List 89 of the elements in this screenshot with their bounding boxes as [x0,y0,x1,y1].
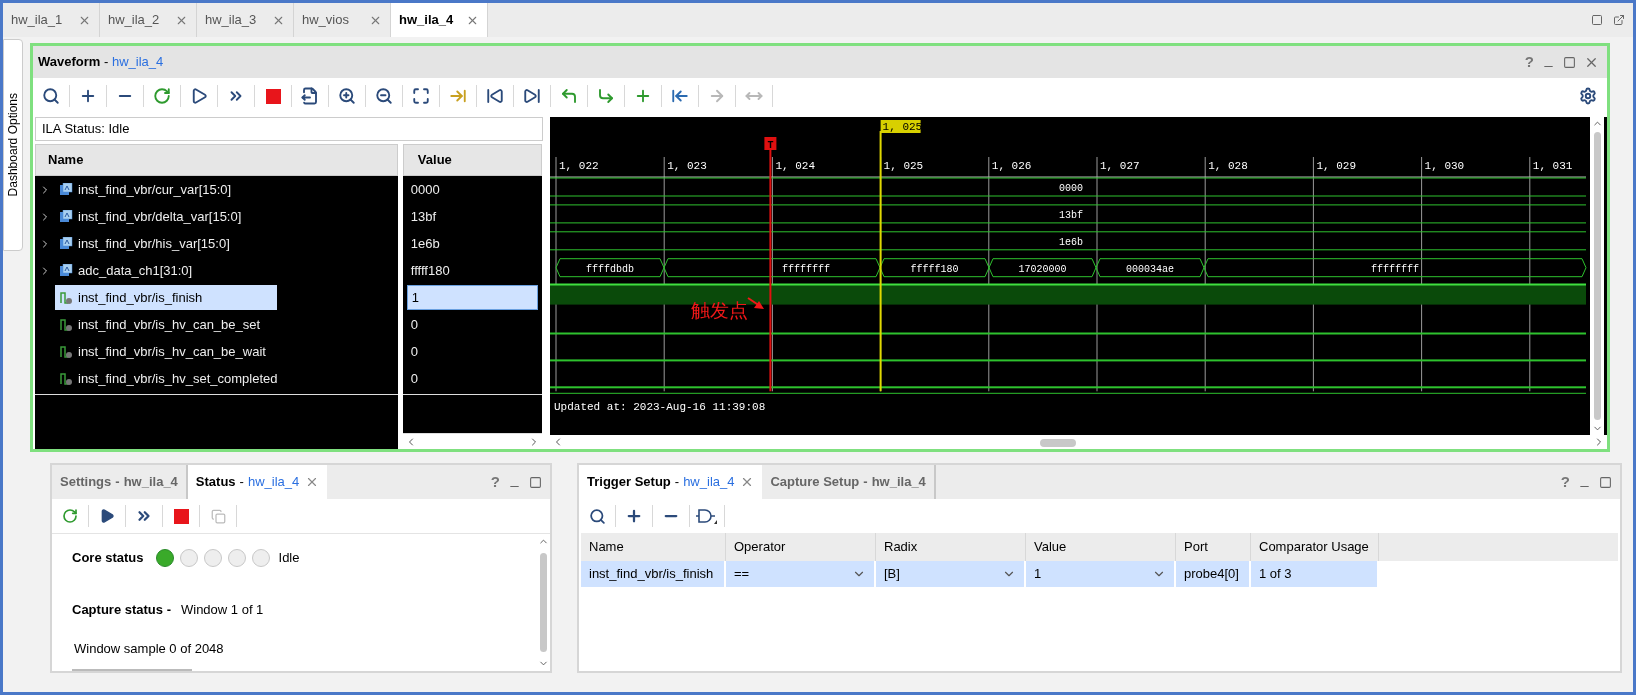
maximize-icon[interactable] [1591,14,1603,26]
arrow-to-line-icon[interactable] [671,87,689,105]
column-header[interactable]: Value [402,144,543,176]
bus-waveform: ffffdbdb ffffffff fffff180 17020000 000034ae ffffffff [555,258,1587,278]
skip-forward-icon[interactable] [523,87,541,105]
panel-tab[interactable]: Trigger Setup - hw_ila_4 [579,465,763,499]
dashboard-options-tab[interactable]: Dashboard Options [3,39,23,251]
rotate-arrow-icon[interactable] [62,508,78,524]
bit-signal-icon [59,317,73,332]
maximize-icon[interactable] [1599,475,1612,489]
signal-name[interactable]: inst_find_vbr/delta_var[15:0] [55,204,277,229]
play-icon[interactable] [190,87,208,105]
bus-waveform: 13bf [550,204,1587,224]
capture-status-label: Capture status - [72,600,171,619]
panel-tab[interactable]: Status - hw_ila_4 [187,465,328,499]
corner-arrow-icon[interactable] [560,87,578,105]
editor-tab[interactable]: hw_ila_2 [100,3,197,37]
signal-name[interactable]: inst_find_vbr/is_hv_can_be_wait [55,339,277,364]
zoom-out-icon[interactable] [375,87,393,105]
bus-waveform: 1e6b [550,231,1587,251]
bus-signal-icon [59,183,73,196]
arrow-icon [747,297,764,309]
signal-name[interactable]: inst_find_vbr/is_hv_can_be_set [55,312,277,337]
signal-name[interactable]: adc_data_ch1[31:0] [55,258,277,283]
window-sample-text: Window sample 0 of 2048 [74,640,225,659]
plus-icon[interactable] [625,507,643,525]
skip-back-icon[interactable] [486,87,504,105]
search-icon[interactable] [588,507,606,525]
help-button[interactable]: ? [1560,470,1570,494]
search-icon[interactable] [42,87,60,105]
zoom-in-icon[interactable] [338,87,356,105]
bus-signal-icon [59,237,73,250]
export-icon[interactable] [301,87,319,105]
signal-value: 0 [409,315,420,334]
signal-value: fffff180 [409,261,451,280]
signal-name[interactable]: inst_find_vbr/his_var[15:0] [55,231,277,256]
dropdown[interactable]: [B] [876,561,1026,587]
annotation-text: 触发点 [691,299,748,321]
table-cell: 1 of 3 [1251,561,1379,587]
maximize-icon[interactable] [1563,55,1576,69]
bit-signal-icon [59,344,73,359]
signal-name[interactable]: inst_find_vbr/is_finish [55,285,277,310]
signal-value: 0 [409,342,420,361]
ila-status-field: ILA Status: Idle [35,117,543,141]
bus-signal-icon [59,264,73,277]
bit-signal-icon [59,371,73,386]
signal-value: 1 [406,285,539,310]
help-button[interactable]: ? [1524,50,1534,74]
fit-icon[interactable] [412,87,430,105]
trigger-marker: T [764,137,777,151]
gate-icon[interactable] [696,507,718,525]
signal-name[interactable]: inst_find_vbr/is_hv_set_completed [55,366,277,391]
table-cell: inst_find_vbr/is_finish [581,561,726,587]
play-icon[interactable] [99,508,115,524]
plus-marker-icon[interactable] [634,87,652,105]
editor-tab[interactable]: hw_ila_4 [391,3,488,37]
editor-tab[interactable]: hw_ila_3 [197,3,294,37]
dropdown[interactable]: 1 [1026,561,1176,587]
capture-status-value: Window 1 of 1 [180,600,264,619]
signal-value: 0000 [409,180,441,199]
signal-value: 0 [409,369,420,388]
arrow-to-line-icon[interactable] [449,87,467,105]
plus-icon[interactable] [79,87,97,105]
core-status-value: Idle [278,549,300,567]
signal-value: 13bf [409,207,438,226]
table-cell: probe4[0] [1176,561,1251,587]
settings-icon[interactable] [1579,87,1597,105]
editor-tab[interactable]: hw_ila_1 [3,3,100,37]
cursor-label: 1, 025 [880,120,923,133]
bus-waveform: 0000 [550,177,1587,197]
panel-title: Waveform - hw_ila_4 [38,53,164,72]
cursor-line[interactable] [879,130,882,393]
trigger-row[interactable]: inst_find_vbr/is_finish == [B] 1 probe4[0] 1 of 3 [581,561,1379,587]
core-status-label: Core status [72,549,144,567]
bit-signal-icon [59,290,73,305]
stop-icon[interactable] [265,88,281,104]
updated-text: Updated at: 2023-Aug-16 11:39:08 [554,401,766,413]
maximize-icon[interactable] [529,475,542,489]
column-header[interactable]: Name [35,144,398,176]
rotate-arrow-icon[interactable] [153,87,171,105]
corner-arrow-icon[interactable] [597,87,615,105]
signal-value: 1e6b [409,234,441,253]
scrollbar-thumb[interactable] [1040,439,1076,447]
stop-icon[interactable] [173,508,189,524]
help-button[interactable]: ? [490,470,500,494]
dropdown[interactable]: == [726,561,876,587]
float-icon[interactable] [1613,14,1625,26]
signal-name[interactable]: inst_find_vbr/cur_var[15:0] [55,177,277,202]
bus-signal-icon [59,210,73,223]
